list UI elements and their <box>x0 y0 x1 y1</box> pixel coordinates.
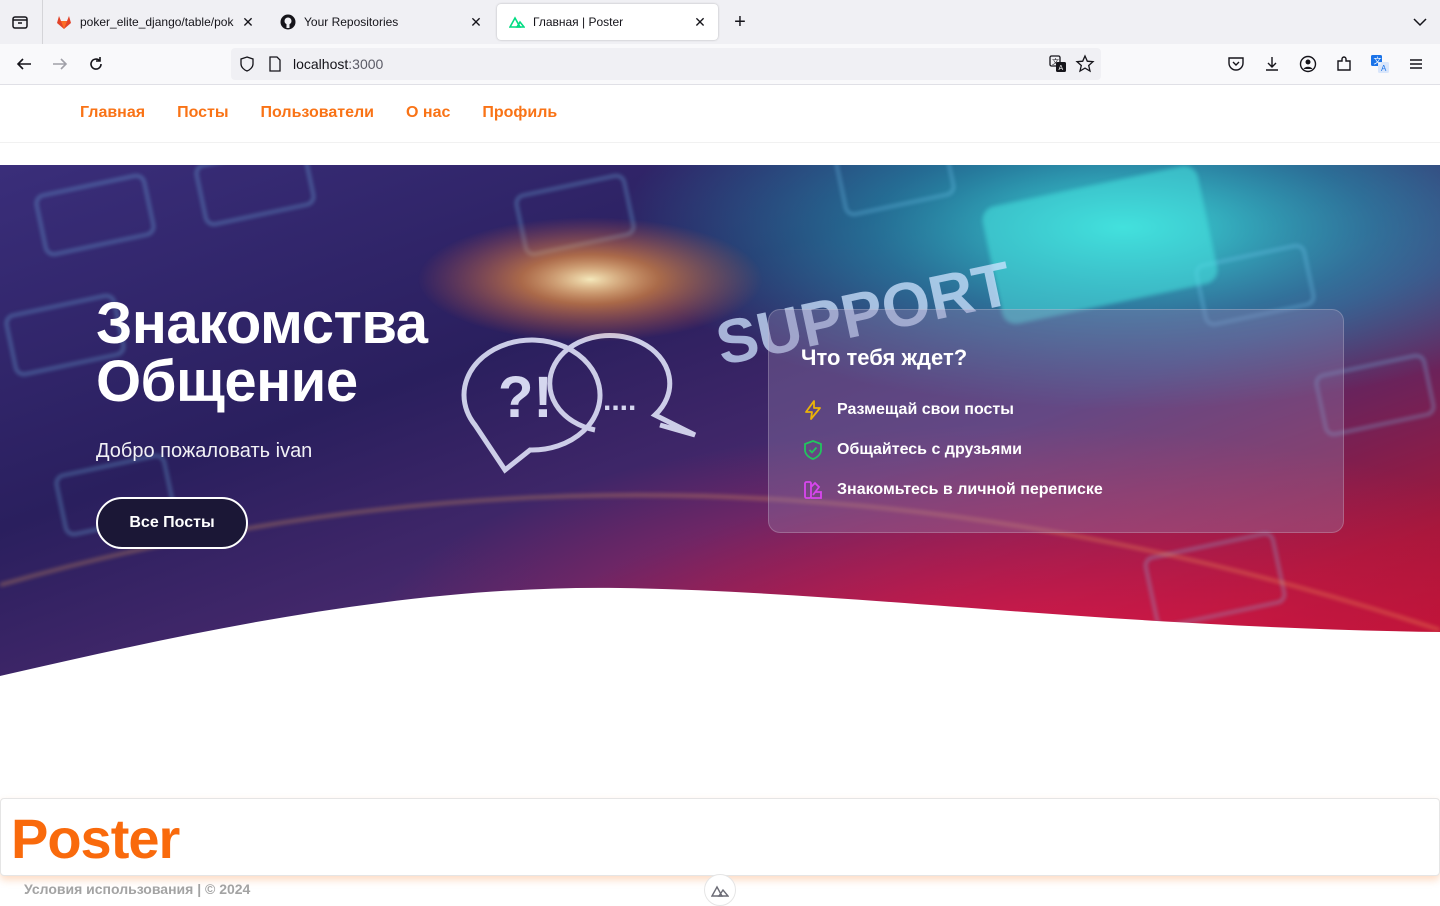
translator-extension-icon[interactable]: 文A <box>1370 54 1390 74</box>
nuxt-devtools-icon[interactable] <box>704 874 736 906</box>
tab-github[interactable]: Your Repositories ✕ <box>268 4 494 40</box>
nav-link-profile[interactable]: Профиль <box>482 104 557 122</box>
main-nav: Главная Посты Пользователи О нас Профиль <box>80 104 557 122</box>
new-tab-button[interactable]: + <box>728 10 752 34</box>
nav-link-about[interactable]: О нас <box>406 104 450 122</box>
tab-separator <box>42 0 43 44</box>
gitlab-icon <box>56 14 72 30</box>
tab-title: Главная | Poster <box>533 15 624 29</box>
close-icon[interactable]: ✕ <box>240 14 256 30</box>
tab-title: poker_elite_django/table/poker_ <box>80 15 234 29</box>
account-icon[interactable] <box>1298 54 1318 74</box>
hero-wave-divider <box>0 587 1440 685</box>
url-port: :3000 <box>348 56 384 72</box>
back-arrow-icon[interactable] <box>12 52 36 76</box>
reload-icon[interactable] <box>84 52 108 76</box>
hero-section: SUPPORT ?! .... Знакомства Общение Добро… <box>0 165 1440 685</box>
footer-logo-box: Poster <box>0 798 1440 876</box>
forward-arrow-icon[interactable] <box>48 52 72 76</box>
url-text[interactable]: localhost:3000 <box>293 56 383 72</box>
close-icon[interactable]: ✕ <box>692 14 708 30</box>
browser-tab-bar: poker_elite_django/table/poker_ ✕ Your R… <box>0 0 1440 44</box>
browser-nav-bar: localhost:3000 文A 文A <box>0 44 1440 85</box>
chevron-down-icon[interactable] <box>1410 12 1430 32</box>
github-icon <box>280 14 296 30</box>
site-header: Главная Посты Пользователи О нас Профиль <box>0 85 1440 143</box>
download-icon[interactable] <box>1262 54 1282 74</box>
nuxt-icon <box>509 14 525 30</box>
svg-text:A: A <box>1059 65 1064 72</box>
tab-title: Your Repositories <box>304 15 399 29</box>
tab-poster[interactable]: Главная | Poster ✕ <box>497 4 718 40</box>
translate-icon[interactable]: 文A <box>1049 55 1067 73</box>
bookmark-star-icon[interactable] <box>1075 54 1095 74</box>
menu-hamburger-icon[interactable] <box>1406 54 1426 74</box>
pocket-icon[interactable] <box>1226 54 1246 74</box>
site-logo[interactable]: Poster <box>11 809 180 869</box>
tab-list-icon[interactable] <box>8 10 32 34</box>
nav-link-home[interactable]: Главная <box>80 104 145 122</box>
tab-gitlab[interactable]: poker_elite_django/table/poker_ ✕ <box>44 4 266 40</box>
nav-link-users[interactable]: Пользователи <box>261 104 374 122</box>
nav-link-posts[interactable]: Посты <box>177 104 228 122</box>
extensions-icon[interactable] <box>1334 54 1354 74</box>
footer-text: Условия использования | © 2024 <box>24 881 251 897</box>
url-host: localhost <box>293 56 349 72</box>
close-icon[interactable]: ✕ <box>468 14 484 30</box>
url-bar[interactable]: localhost:3000 文A <box>231 48 1101 80</box>
svg-text:A: A <box>1381 64 1387 73</box>
page-icon[interactable] <box>267 56 283 72</box>
shield-icon[interactable] <box>239 56 255 72</box>
